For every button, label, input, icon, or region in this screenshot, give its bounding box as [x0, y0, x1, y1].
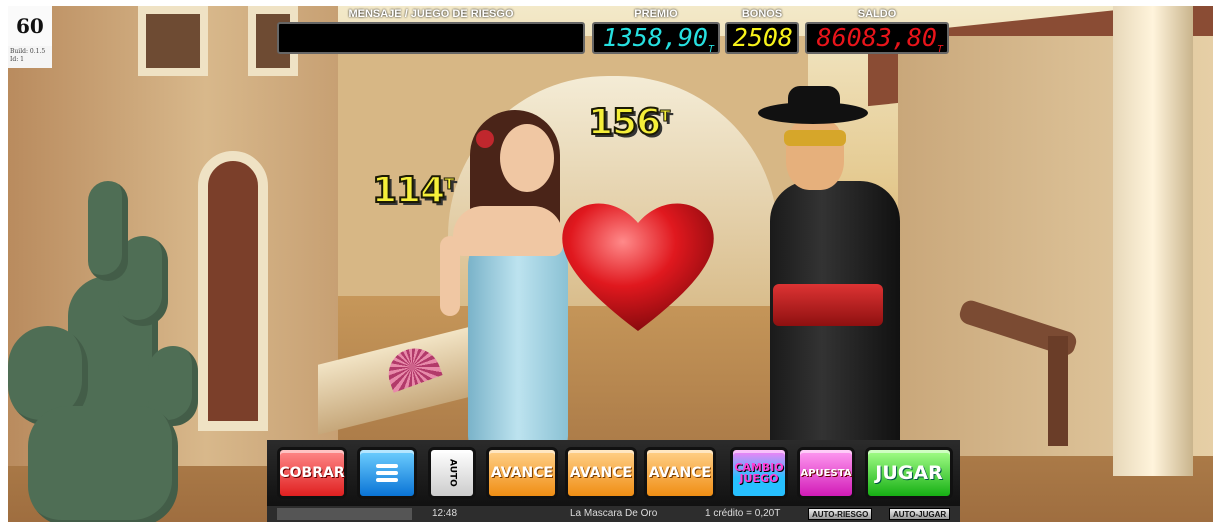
build-version: Build: 0.1.5	[10, 48, 46, 55]
left-prize-unit: T	[444, 175, 455, 194]
hitching-post	[1048, 336, 1068, 446]
avance-button-3[interactable]: AVANCE	[644, 447, 716, 499]
menu-button[interactable]	[357, 447, 417, 499]
premio-label: PREMIO	[634, 8, 678, 20]
saldo-unit: T	[936, 44, 943, 55]
auto-button[interactable]: AUTO	[428, 447, 476, 499]
build-info: Build: 0.1.5 Id: 1	[8, 46, 52, 68]
premio-unit: T	[707, 44, 714, 55]
premio-display: 1358,90T	[592, 22, 720, 55]
left-prize-value: 114	[371, 169, 446, 212]
build-id: Id: 1	[10, 56, 24, 63]
right-prize-label: 156T	[587, 101, 671, 144]
cambio-juego-button[interactable]: CAMBIO JUEGO	[730, 447, 788, 499]
saldo-label: SALDO	[857, 8, 897, 20]
game-name: La Mascara De Oro	[570, 508, 658, 519]
cobrar-button[interactable]: COBRAR	[277, 447, 347, 499]
clock: 12:48	[432, 508, 458, 519]
avance-button-1[interactable]: AVANCE	[486, 447, 558, 499]
bonos-value: 2508	[725, 22, 799, 54]
jugar-button[interactable]: JUGAR	[865, 447, 953, 499]
rose-icon	[476, 130, 494, 148]
left-window	[138, 6, 208, 76]
auto-jugar-button[interactable]: AUTO-JUGAR	[889, 508, 951, 520]
message-label: MENSAJE / JUEGO DE RIESGO	[348, 8, 514, 20]
left-prize-label: 114T	[371, 169, 455, 212]
saldo-display: 86083,80T	[805, 22, 949, 55]
status-bar: 12:48 La Mascara De Oro 1 crédito = 0,20…	[267, 506, 960, 522]
heart-icon[interactable]	[558, 191, 718, 341]
right-prize-value: 156	[587, 101, 662, 144]
apuesta-button[interactable]: APUESTA	[797, 447, 855, 499]
avance-button-2[interactable]: AVANCE	[565, 447, 637, 499]
menu-icon	[376, 461, 398, 485]
auto-riesgo-button[interactable]: AUTO-RIESGO	[808, 508, 873, 520]
wooden-door	[198, 151, 268, 431]
status-slot	[277, 508, 412, 520]
premio-value: 1358,90	[602, 23, 708, 52]
fps-counter: 60	[8, 6, 52, 46]
bonos-label: BONOS	[741, 8, 783, 20]
saldo-value: 86083,80	[816, 23, 937, 52]
right-prize-unit: T	[660, 107, 671, 126]
credit-value: 1 crédito = 0,20T	[705, 508, 781, 519]
message-display	[277, 22, 585, 54]
right-pillar	[1113, 6, 1193, 476]
